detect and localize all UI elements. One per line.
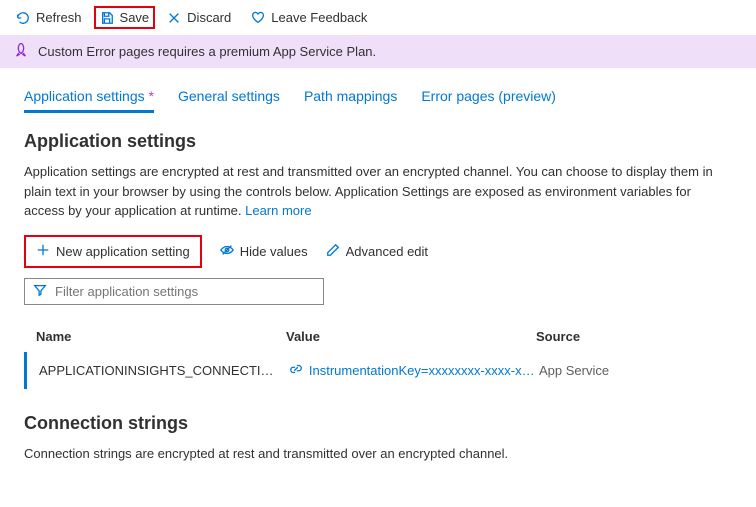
banner-text: Custom Error pages requires a premium Ap… bbox=[38, 44, 376, 59]
app-settings-description: Application settings are encrypted at re… bbox=[24, 162, 732, 221]
save-label: Save bbox=[120, 10, 150, 25]
filter-input[interactable] bbox=[55, 284, 315, 299]
premium-banner: Custom Error pages requires a premium Ap… bbox=[0, 35, 756, 68]
tab-error-pages[interactable]: Error pages (preview) bbox=[421, 82, 556, 113]
settings-table-header: Name Value Source bbox=[24, 321, 732, 352]
setting-value[interactable]: InstrumentationKey=xxxxxxxx-xxxx-xxxx bbox=[289, 362, 539, 379]
filter-application-settings[interactable] bbox=[24, 278, 324, 305]
app-settings-actions: New application setting Hide values Adva… bbox=[24, 235, 732, 268]
table-row[interactable]: APPLICATIONINSIGHTS_CONNECTION_STRING In… bbox=[24, 352, 732, 389]
discard-icon bbox=[167, 11, 181, 25]
pencil-icon bbox=[326, 243, 340, 260]
save-icon bbox=[100, 11, 114, 25]
tab-application-settings[interactable]: Application settings * bbox=[24, 82, 154, 113]
tab-path-mappings[interactable]: Path mappings bbox=[304, 82, 397, 113]
feedback-button[interactable]: Leave Feedback bbox=[243, 6, 375, 29]
main-content: Application settings Application setting… bbox=[0, 113, 756, 495]
refresh-label: Refresh bbox=[36, 10, 82, 25]
col-value: Value bbox=[286, 329, 536, 344]
heart-icon bbox=[251, 11, 265, 25]
setting-name: APPLICATIONINSIGHTS_CONNECTION_STRING bbox=[39, 363, 289, 378]
connection-strings-description: Connection strings are encrypted at rest… bbox=[24, 444, 732, 464]
discard-button[interactable]: Discard bbox=[159, 6, 239, 29]
new-application-setting-button[interactable]: New application setting bbox=[24, 235, 202, 268]
learn-more-link[interactable]: Learn more bbox=[245, 203, 311, 218]
filter-icon bbox=[33, 283, 47, 300]
hide-values-button[interactable]: Hide values bbox=[220, 243, 308, 260]
refresh-button[interactable]: Refresh bbox=[8, 6, 90, 29]
tab-general-settings[interactable]: General settings bbox=[178, 82, 280, 113]
toolbar: Refresh Save Discard Leave Feedback bbox=[0, 0, 756, 35]
col-source: Source bbox=[536, 329, 720, 344]
app-settings-heading: Application settings bbox=[24, 131, 732, 152]
advanced-edit-button[interactable]: Advanced edit bbox=[326, 243, 428, 260]
tab-bar: Application settings * General settings … bbox=[0, 68, 756, 113]
save-button[interactable]: Save bbox=[94, 6, 156, 29]
refresh-icon bbox=[16, 11, 30, 25]
plus-icon bbox=[36, 243, 50, 260]
eye-hide-icon bbox=[220, 243, 234, 260]
connection-strings-heading: Connection strings bbox=[24, 413, 732, 434]
col-name: Name bbox=[36, 329, 286, 344]
link-icon bbox=[289, 362, 303, 379]
setting-source: App Service bbox=[539, 363, 720, 378]
rocket-icon bbox=[14, 43, 28, 60]
dirty-indicator: * bbox=[149, 88, 154, 104]
feedback-label: Leave Feedback bbox=[271, 10, 367, 25]
discard-label: Discard bbox=[187, 10, 231, 25]
